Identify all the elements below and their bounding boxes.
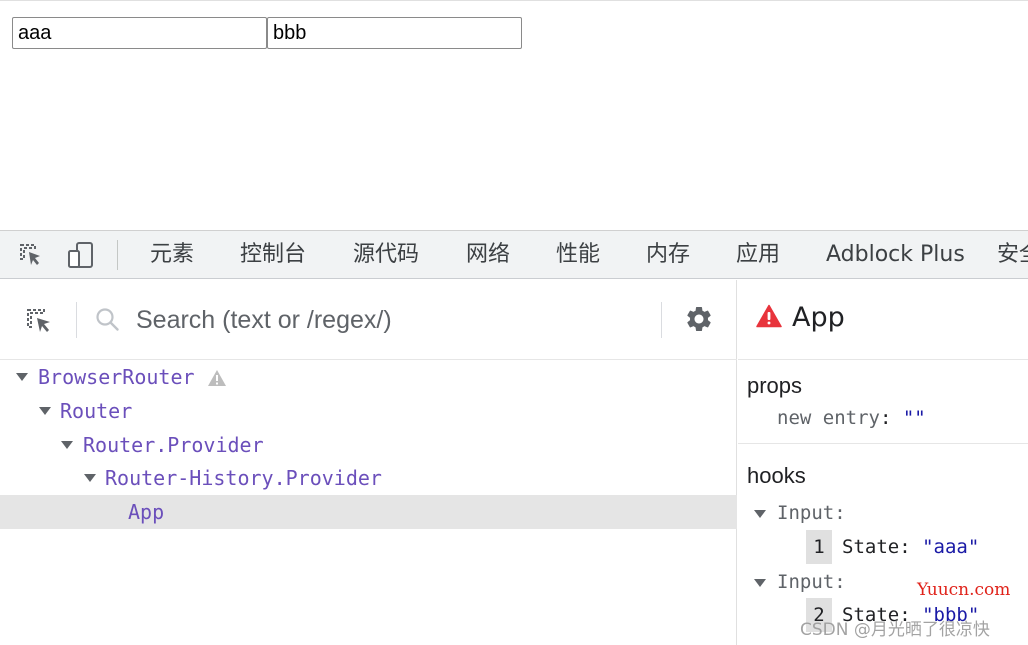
- tree-node-label: App: [128, 500, 165, 524]
- search-icon: [96, 308, 119, 331]
- prop-key: new entry: [777, 407, 880, 429]
- expand-caret-icon[interactable]: [754, 579, 766, 587]
- component-search-input[interactable]: [136, 300, 636, 340]
- tree-node-router[interactable]: Router: [0, 394, 737, 428]
- tab-console[interactable]: 控制台: [240, 231, 306, 278]
- state-value[interactable]: "aaa": [922, 536, 979, 558]
- search-divider-right: [661, 302, 662, 338]
- devtools-tab-bar: 元素 控制台 源代码 网络 性能 内存 应用 Adblock Plus 安全: [0, 230, 1028, 279]
- expand-caret-icon[interactable]: [61, 441, 73, 449]
- inspector-header: App: [738, 280, 1028, 360]
- tree-node-browserrouter[interactable]: BrowserRouter: [0, 360, 737, 394]
- tree-node-label: BrowserRouter: [38, 365, 195, 389]
- tab-application[interactable]: 应用: [736, 231, 780, 278]
- tree-node-router-history-provider[interactable]: Router-History.Provider: [0, 461, 737, 495]
- tab-adblock-plus[interactable]: Adblock Plus: [826, 231, 965, 278]
- hook-index-badge: 1: [806, 530, 832, 564]
- hooks-section-title: hooks: [747, 463, 806, 488]
- text-input-1[interactable]: [12, 17, 267, 49]
- prop-value[interactable]: "": [903, 407, 926, 429]
- tab-memory[interactable]: 内存: [646, 231, 690, 278]
- tab-network[interactable]: 网络: [466, 231, 510, 278]
- state-label: State:: [842, 536, 911, 558]
- tree-node-app[interactable]: App: [0, 495, 737, 529]
- selected-component-title: App: [792, 302, 845, 333]
- gear-icon[interactable]: [684, 304, 714, 334]
- expand-caret-icon[interactable]: [754, 510, 766, 518]
- select-component-icon[interactable]: [22, 304, 56, 338]
- components-search-bar: [0, 280, 737, 360]
- toolbar-divider: [117, 240, 118, 270]
- expand-caret-icon[interactable]: [39, 407, 51, 415]
- device-toolbar-icon[interactable]: [66, 240, 96, 270]
- tree-node-label: Router.Provider: [83, 433, 264, 457]
- search-divider-left: [76, 302, 77, 338]
- inspect-element-icon[interactable]: [16, 240, 46, 270]
- tab-performance[interactable]: 性能: [556, 231, 600, 278]
- tree-node-label: Router: [60, 399, 133, 423]
- hook-state-row[interactable]: State: "aaa": [842, 536, 979, 558]
- prop-row[interactable]: new entry: "": [777, 407, 926, 429]
- tab-elements[interactable]: 元素: [150, 231, 194, 278]
- author-watermark: CSDN @月光晒了很凉快: [800, 620, 990, 640]
- site-watermark: Yuucn.com: [917, 580, 1011, 600]
- hook-name: Input:: [777, 571, 846, 593]
- text-input-2[interactable]: [267, 17, 522, 49]
- expand-caret-icon[interactable]: [84, 474, 96, 482]
- tab-security[interactable]: 安全: [997, 231, 1028, 278]
- tree-node-label: Router-History.Provider: [105, 466, 382, 490]
- warning-icon: [208, 370, 226, 386]
- props-section-title: props: [747, 373, 803, 398]
- tree-node-router-provider[interactable]: Router.Provider: [0, 428, 737, 462]
- section-divider: [738, 443, 1028, 444]
- hook-name: Input:: [777, 502, 846, 524]
- components-panel: BrowserRouter Router Router.Provider Rou…: [0, 280, 737, 645]
- expand-caret-icon[interactable]: [16, 373, 28, 381]
- tab-sources[interactable]: 源代码: [353, 231, 419, 278]
- error-warning-icon: [756, 304, 782, 328]
- page-content: [0, 0, 1028, 230]
